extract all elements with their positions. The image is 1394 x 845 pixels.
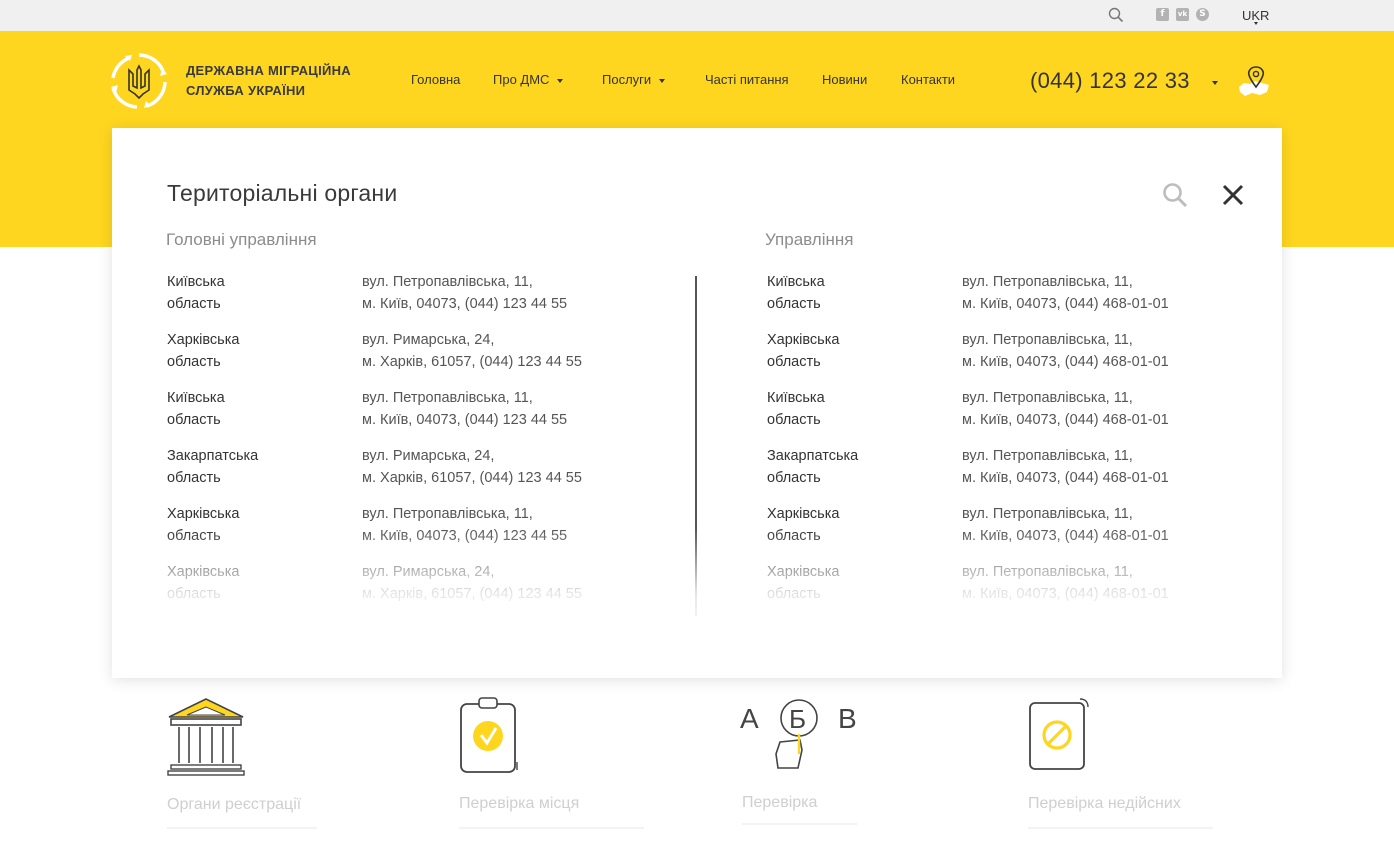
- vk-icon[interactable]: vk: [1176, 8, 1189, 21]
- service-sublabel: [459, 827, 644, 829]
- letter-a: А: [740, 703, 759, 734]
- close-icon[interactable]: [1220, 182, 1246, 208]
- brand-line-2: СЛУЖБА УКРАЇНИ: [186, 83, 306, 98]
- brand-line-1: ДЕРЖАВНА МІГРАЦІЙНА: [186, 63, 352, 78]
- service-label-check[interactable]: Перевірка: [742, 794, 817, 812]
- facebook-icon[interactable]: f: [1156, 8, 1169, 21]
- modal-title: Територіальні органи: [167, 180, 398, 206]
- column-divider: [695, 276, 697, 616]
- service-label-registration[interactable]: Органи реєстрації: [167, 796, 301, 814]
- service-sublabel: [1028, 827, 1213, 829]
- list-item[interactable]: Київська область вул. Петропавлівська, 11…: [767, 387, 1267, 431]
- list-item[interactable]: Харківська область вул. Петропавлівська, …: [167, 503, 687, 547]
- government-building-icon[interactable]: [167, 697, 245, 777]
- list-item[interactable]: Харківська область вул. Петропавлівська, …: [767, 561, 1267, 605]
- list-item[interactable]: Закарпатська область вул. Петропавлівська…: [767, 445, 1267, 489]
- letter-b: Б: [789, 704, 806, 734]
- list-item[interactable]: Харківська область вул. Петропавлівська, …: [767, 329, 1267, 373]
- nav-item-about[interactable]: Про ДМС: [493, 72, 564, 87]
- skype-icon[interactable]: S: [1196, 8, 1209, 21]
- list-item[interactable]: Київська область вул. Петропавлівська, 11…: [167, 271, 687, 315]
- clipboard-check-icon[interactable]: [459, 696, 521, 776]
- alphabet-hand-icon[interactable]: А Б В: [740, 698, 858, 772]
- nav-item-news[interactable]: Новини: [822, 72, 867, 87]
- list-item[interactable]: Харківська область вул. Римарська, 24, м. …: [167, 329, 687, 373]
- phone-number[interactable]: (044) 123 22 33: [1030, 68, 1190, 94]
- departments-heading: Управління: [765, 230, 854, 249]
- chevron-down-icon: [557, 78, 564, 83]
- coat-of-arms-logo[interactable]: [109, 52, 169, 110]
- list-item[interactable]: Харківська область вул. Римарська, 24, м. …: [167, 561, 687, 605]
- brand-name[interactable]: ДЕРЖАВНА МІГРАЦІЙНА СЛУЖБА УКРАЇНИ: [186, 61, 351, 101]
- service-label-invalid-check[interactable]: Перевірка недійсних: [1028, 795, 1181, 813]
- list-item[interactable]: Закарпатська область вул. Римарська, 24, м…: [167, 445, 687, 489]
- list-item[interactable]: Київська область вул. Петропавлівська, 11…: [167, 387, 687, 431]
- territorial-bodies-modal: Територіальні органи Головні управління …: [112, 128, 1282, 678]
- chevron-down-icon: [1254, 22, 1258, 25]
- main-departments-heading: Головні управління: [166, 230, 317, 249]
- nav-item-home[interactable]: Головна: [411, 72, 460, 87]
- nav-item-faq[interactable]: Часті питання: [705, 72, 789, 87]
- language-selector[interactable]: UKR: [1242, 8, 1269, 23]
- list-item[interactable]: Київська область вул. Петропавлівська, 11…: [767, 271, 1267, 315]
- service-label-place-check[interactable]: Перевірка місця: [459, 795, 579, 813]
- map-location-icon[interactable]: [1236, 65, 1272, 99]
- nav-item-contacts[interactable]: Контакти: [901, 72, 955, 87]
- chevron-down-icon: [659, 78, 666, 83]
- nav-item-services[interactable]: Послуги: [602, 72, 666, 87]
- invalid-document-icon[interactable]: [1028, 697, 1092, 773]
- search-icon[interactable]: [1108, 7, 1124, 23]
- letter-v: В: [838, 703, 857, 734]
- list-item[interactable]: Харківська область вул. Петропавлівська, …: [767, 503, 1267, 547]
- top-utility-bar: f vk S UKR: [0, 0, 1394, 31]
- service-sublabel: [742, 823, 857, 825]
- chevron-down-icon[interactable]: [1212, 81, 1218, 85]
- service-sublabel: [167, 827, 317, 829]
- search-icon[interactable]: [1162, 182, 1188, 208]
